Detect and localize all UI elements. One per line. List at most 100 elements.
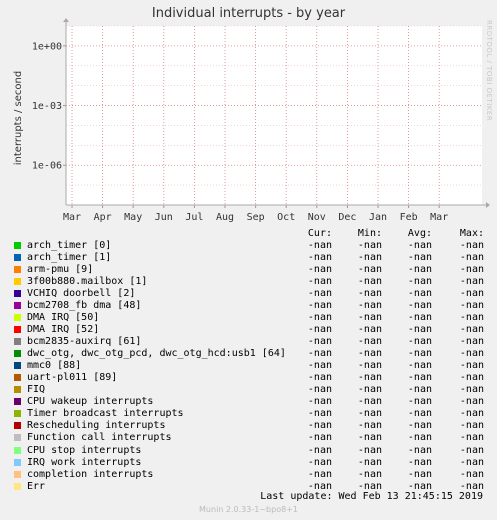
legend-row: IRQ work interrupts -nan -nan -nan -nan: [14, 457, 484, 469]
munin-graph: Individual interrupts - by year interrup…: [0, 0, 497, 520]
legend-value-cur: -nan: [307, 456, 332, 468]
legend-header-min: Min:: [357, 228, 382, 239]
legend-value-cur: -nan: [307, 360, 332, 372]
plot-area: [66, 26, 482, 205]
legend-series-name: Rescheduling interrupts: [27, 420, 166, 432]
legend-value-cur: -nan: [307, 348, 332, 360]
legend-row: arch_timer [0] -nan -nan -nan -nan: [14, 240, 484, 252]
legend-value-max: -nan: [459, 276, 484, 288]
legend-series-name: mmc0 [88]: [27, 360, 82, 372]
legend-value-avg: -nan: [407, 444, 432, 456]
x-tick-label: May: [124, 212, 142, 223]
legend-value-avg: -nan: [407, 276, 432, 288]
legend-value-cur: -nan: [307, 468, 332, 480]
legend-swatch: [14, 410, 21, 418]
legend-value-avg: -nan: [407, 480, 432, 492]
legend-value-avg: -nan: [407, 240, 432, 251]
legend-value-min: -nan: [357, 456, 382, 468]
legend-value-avg: -nan: [407, 456, 432, 468]
legend-value-cur: -nan: [307, 432, 332, 444]
legend-row: FIQ -nan -nan -nan -nan: [14, 384, 484, 396]
legend-value-min: -nan: [357, 300, 382, 312]
legend-value-min: -nan: [357, 420, 382, 432]
y-tick-label: 1e-03: [32, 101, 62, 112]
legend-swatch: [14, 314, 21, 322]
legend-value-cur: -nan: [307, 336, 332, 348]
legend-swatch: [14, 398, 21, 406]
legend-value-min: -nan: [357, 276, 382, 288]
legend-value-min: -nan: [357, 480, 382, 492]
legend-row: mmc0 [88] -nan -nan -nan -nan: [14, 360, 484, 372]
legend-value-avg: -nan: [407, 348, 432, 360]
legend-value-avg: -nan: [407, 372, 432, 384]
legend-value-max: -nan: [459, 408, 484, 420]
legend-row: dwc_otg, dwc_otg_pcd, dwc_otg_hcd:usb1 […: [14, 348, 484, 360]
legend-swatch: [14, 290, 21, 298]
legend-series-name: arm-pmu [9]: [27, 264, 94, 276]
legend-series-name: DMA IRQ [50]: [27, 312, 100, 324]
legend-value-max: -nan: [459, 288, 484, 300]
legend-row: DMA IRQ [52] -nan -nan -nan -nan: [14, 324, 484, 336]
legend-swatch: [14, 422, 21, 430]
legend-swatch: [14, 362, 21, 370]
legend-row: DMA IRQ [50] -nan -nan -nan -nan: [14, 312, 484, 324]
legend-value-min: -nan: [357, 444, 382, 456]
legend-value-min: -nan: [357, 384, 382, 396]
legend-series-name: FIQ: [27, 384, 46, 396]
legend-value-avg: -nan: [407, 468, 432, 480]
legend-series-name: CPU stop interrupts: [27, 444, 142, 456]
legend-value-cur: -nan: [307, 264, 332, 276]
legend-swatch: [14, 470, 21, 478]
legend-value-cur: -nan: [307, 420, 332, 432]
legend-value-cur: -nan: [307, 444, 332, 456]
legend-value-cur: -nan: [307, 384, 332, 396]
legend-value-cur: -nan: [307, 324, 332, 336]
legend-value-avg: -nan: [407, 252, 432, 264]
legend-value-max: -nan: [459, 480, 484, 492]
legend-value-min: -nan: [357, 468, 382, 480]
legend-header-cur: Cur:: [307, 228, 332, 239]
legend-row: completion interrupts -nan -nan -nan -nan: [14, 469, 484, 481]
legend-value-avg: -nan: [407, 288, 432, 300]
y-tick-label: 1e+00: [32, 41, 62, 52]
legend-value-avg: -nan: [407, 264, 432, 276]
legend-value-min: -nan: [357, 240, 382, 251]
legend-swatch: [14, 374, 21, 382]
legend-value-max: -nan: [459, 372, 484, 384]
chart-plot: 1e+00 1e-03 1e-06 Mar Apr May Jun Jul Aug Sep Oct N…: [32, 18, 490, 223]
legend-value-avg: -nan: [407, 408, 432, 420]
legend-value-cur: -nan: [307, 252, 332, 264]
legend-swatch: [14, 254, 21, 262]
legend-swatch: [14, 458, 21, 466]
legend-series-name: uart-pl011 [89]: [27, 372, 118, 384]
legend-series-name: arch_timer [0]: [27, 240, 112, 251]
legend-value-min: -nan: [357, 396, 382, 408]
legend-swatch: [14, 482, 21, 490]
legend-row: CPU stop interrupts -nan -nan -nan -nan: [14, 445, 484, 457]
legend-value-max: -nan: [459, 444, 484, 456]
legend-value-max: -nan: [459, 432, 484, 444]
legend-value-max: -nan: [459, 240, 484, 251]
x-tick-label: Aug: [216, 212, 234, 223]
legend-value-avg: -nan: [407, 384, 432, 396]
legend-value-max: -nan: [459, 324, 484, 336]
x-tick-label: Apr: [94, 212, 112, 223]
legend-header-row: Cur: Min: Avg: Max:: [14, 228, 484, 240]
legend-value-cur: -nan: [307, 480, 332, 492]
legend-value-max: -nan: [459, 420, 484, 432]
legend-swatch: [14, 446, 21, 454]
legend-series-name: VCHIQ doorbell [2]: [27, 288, 136, 300]
legend-value-min: -nan: [357, 348, 382, 360]
legend-row: 3f00b880.mailbox [1] -nan -nan -nan -nan: [14, 276, 484, 288]
legend-swatch: [14, 266, 21, 274]
munin-version: Munin 2.0.33-1~bpo8+1: [199, 505, 298, 514]
x-tick-label: Oct: [277, 212, 295, 223]
legend-series-name: IRQ work interrupts: [27, 456, 142, 468]
legend-value-min: -nan: [357, 312, 382, 324]
legend-row: CPU wakeup interrupts -nan -nan -nan -nan: [14, 396, 484, 408]
legend-value-min: -nan: [357, 288, 382, 300]
legend-swatch: [14, 242, 21, 249]
legend-value-max: -nan: [459, 300, 484, 312]
last-update: Last update: Wed Feb 13 21:45:15 2019: [260, 491, 483, 502]
x-tick-label: Jan: [369, 212, 387, 223]
